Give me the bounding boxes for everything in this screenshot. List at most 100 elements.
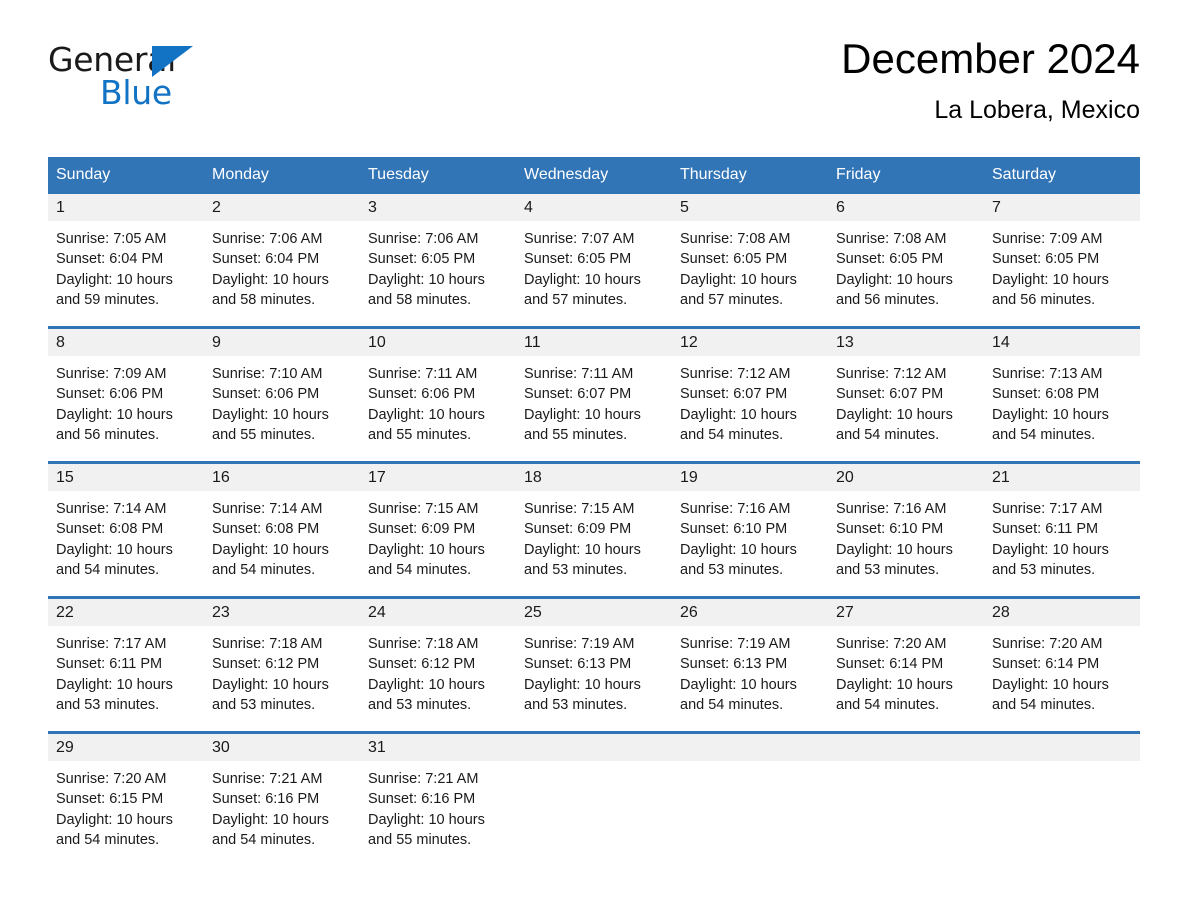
day-number	[984, 734, 1140, 761]
calendar-day-cell[interactable]: 28 Sunrise: 7:20 AM Sunset: 6:14 PM Dayligh…	[984, 599, 1140, 731]
sunrise-text: Sunrise: 7:18 AM	[368, 636, 479, 652]
sunset-text: Sunset: 6:14 PM	[836, 656, 944, 673]
day-details: Sunrise: 7:17 AM Sunset: 6:11 PM Daylight:…	[984, 491, 1140, 580]
sunset-text: Sunset: 6:05 PM	[680, 251, 788, 268]
day-number: 5	[672, 194, 828, 221]
day-number: 27	[828, 599, 984, 626]
calendar-page: General Blue December 2024 La Lobera, Me…	[0, 0, 1188, 918]
sunrise-text: Sunrise: 7:20 AM	[836, 636, 947, 652]
sunset-text: Sunset: 6:13 PM	[680, 656, 788, 673]
sunset-text: Sunset: 6:08 PM	[56, 521, 164, 538]
calendar-day-cell[interactable]: 14 Sunrise: 7:13 AM Sunset: 6:08 PM Dayligh…	[984, 329, 1140, 461]
calendar-day-cell[interactable]: 3 Sunrise: 7:06 AM Sunset: 6:05 PM Daylight…	[360, 194, 516, 326]
calendar-day-cell[interactable]: 16 Sunrise: 7:14 AM Sunset: 6:08 PM Dayligh…	[204, 464, 360, 596]
sunset-text: Sunset: 6:12 PM	[212, 656, 320, 673]
calendar-day-cell[interactable]: 15 Sunrise: 7:14 AM Sunset: 6:08 PM Dayligh…	[48, 464, 204, 596]
calendar-day-cell[interactable]: 18 Sunrise: 7:15 AM Sunset: 6:09 PM Dayligh…	[516, 464, 672, 596]
daylight-text: Daylight: 10 hours and 54 minutes.	[56, 811, 173, 848]
sunrise-text: Sunrise: 7:10 AM	[212, 366, 323, 382]
calendar-day-cell[interactable]: 7 Sunrise: 7:09 AM Sunset: 6:05 PM Daylight…	[984, 194, 1140, 326]
calendar-day-cell[interactable]: 5 Sunrise: 7:08 AM Sunset: 6:05 PM Daylight…	[672, 194, 828, 326]
sunrise-text: Sunrise: 7:21 AM	[212, 771, 323, 787]
calendar-day-cell[interactable]: 26 Sunrise: 7:19 AM Sunset: 6:13 PM Dayligh…	[672, 599, 828, 731]
calendar-day-cell[interactable]: 23 Sunrise: 7:18 AM Sunset: 6:12 PM Dayligh…	[204, 599, 360, 731]
calendar-day-cell[interactable]: 21 Sunrise: 7:17 AM Sunset: 6:11 PM Dayligh…	[984, 464, 1140, 596]
general-blue-logo[interactable]: General Blue	[48, 42, 248, 112]
day-number: 13	[828, 329, 984, 356]
weekday-header-tuesday: Tuesday	[368, 166, 429, 183]
day-number: 4	[516, 194, 672, 221]
triangle-logo-icon	[152, 46, 193, 77]
sunset-text: Sunset: 6:06 PM	[368, 386, 476, 403]
sunrise-text: Sunrise: 7:12 AM	[836, 366, 947, 382]
day-number: 11	[516, 329, 672, 356]
calendar-day-cell[interactable]: 12 Sunrise: 7:12 AM Sunset: 6:07 PM Dayligh…	[672, 329, 828, 461]
calendar-day-cell[interactable]: 25 Sunrise: 7:19 AM Sunset: 6:13 PM Dayligh…	[516, 599, 672, 731]
calendar-day-cell[interactable]: 13 Sunrise: 7:12 AM Sunset: 6:07 PM Dayligh…	[828, 329, 984, 461]
daylight-text: Daylight: 10 hours and 58 minutes.	[368, 271, 485, 308]
day-number: 30	[204, 734, 360, 761]
calendar-day-cell[interactable]: 31 Sunrise: 7:21 AM Sunset: 6:16 PM Dayligh…	[360, 734, 516, 866]
sunrise-text: Sunrise: 7:08 AM	[836, 231, 947, 247]
day-details: Sunrise: 7:13 AM Sunset: 6:08 PM Daylight:…	[984, 356, 1140, 445]
calendar-day-cell[interactable]: 2 Sunrise: 7:06 AM Sunset: 6:04 PM Daylight…	[204, 194, 360, 326]
calendar-day-cell[interactable]: 8 Sunrise: 7:09 AM Sunset: 6:06 PM Daylight…	[48, 329, 204, 461]
calendar-day-cell[interactable]: 1 Sunrise: 7:05 AM Sunset: 6:04 PM Daylight…	[48, 194, 204, 326]
day-number: 29	[48, 734, 204, 761]
calendar-day-cell[interactable]: 29 Sunrise: 7:20 AM Sunset: 6:15 PM Dayligh…	[48, 734, 204, 866]
calendar-day-cell[interactable]: 11 Sunrise: 7:11 AM Sunset: 6:07 PM Dayligh…	[516, 329, 672, 461]
calendar-grid: Sunday Monday Tuesday Wednesday Thursday Frid…	[48, 157, 1140, 866]
calendar-day-cell[interactable]: 9 Sunrise: 7:10 AM Sunset: 6:06 PM Daylight…	[204, 329, 360, 461]
location-subtitle: La Lobera, Mexico	[934, 96, 1140, 124]
sunrise-text: Sunrise: 7:12 AM	[680, 366, 791, 382]
daylight-text: Daylight: 10 hours and 56 minutes.	[992, 271, 1109, 308]
sunrise-text: Sunrise: 7:09 AM	[992, 231, 1103, 247]
weekday-header-thursday: Thursday	[680, 166, 747, 183]
calendar-week-row: 15 Sunrise: 7:14 AM Sunset: 6:08 PM Dayligh…	[48, 461, 1140, 596]
day-details: Sunrise: 7:06 AM Sunset: 6:05 PM Daylight:…	[360, 221, 516, 310]
sunrise-text: Sunrise: 7:08 AM	[680, 231, 791, 247]
day-details: Sunrise: 7:10 AM Sunset: 6:06 PM Daylight:…	[204, 356, 360, 445]
day-details: Sunrise: 7:11 AM Sunset: 6:07 PM Daylight:…	[516, 356, 672, 445]
calendar-day-cell[interactable]: 10 Sunrise: 7:11 AM Sunset: 6:06 PM Dayligh…	[360, 329, 516, 461]
day-details: Sunrise: 7:07 AM Sunset: 6:05 PM Daylight:…	[516, 221, 672, 310]
calendar-day-cell[interactable]: 4 Sunrise: 7:07 AM Sunset: 6:05 PM Daylight…	[516, 194, 672, 326]
calendar-day-cell[interactable]: 6 Sunrise: 7:08 AM Sunset: 6:05 PM Daylight…	[828, 194, 984, 326]
calendar-day-cell[interactable]: 19 Sunrise: 7:16 AM Sunset: 6:10 PM Dayligh…	[672, 464, 828, 596]
sunset-text: Sunset: 6:13 PM	[524, 656, 632, 673]
day-number: 26	[672, 599, 828, 626]
sunrise-text: Sunrise: 7:13 AM	[992, 366, 1103, 382]
calendar-weeks: 1 Sunrise: 7:05 AM Sunset: 6:04 PM Daylight…	[48, 194, 1140, 866]
daylight-text: Daylight: 10 hours and 55 minutes.	[212, 406, 329, 443]
sunrise-text: Sunrise: 7:16 AM	[836, 501, 947, 517]
day-details: Sunrise: 7:18 AM Sunset: 6:12 PM Daylight:…	[204, 626, 360, 715]
calendar-day-cell[interactable]: 24 Sunrise: 7:18 AM Sunset: 6:12 PM Dayligh…	[360, 599, 516, 731]
day-details: Sunrise: 7:08 AM Sunset: 6:05 PM Daylight:…	[672, 221, 828, 310]
day-number: 25	[516, 599, 672, 626]
weekday-header-saturday: Saturday	[992, 166, 1057, 183]
sunrise-text: Sunrise: 7:09 AM	[56, 366, 167, 382]
calendar-day-cell-empty	[984, 734, 1140, 866]
sunset-text: Sunset: 6:10 PM	[680, 521, 788, 538]
sunrise-text: Sunrise: 7:07 AM	[524, 231, 635, 247]
calendar-day-cell[interactable]: 27 Sunrise: 7:20 AM Sunset: 6:14 PM Dayligh…	[828, 599, 984, 731]
daylight-text: Daylight: 10 hours and 53 minutes.	[992, 541, 1109, 578]
sunrise-text: Sunrise: 7:21 AM	[368, 771, 479, 787]
calendar-day-cell[interactable]: 20 Sunrise: 7:16 AM Sunset: 6:10 PM Dayligh…	[828, 464, 984, 596]
sunrise-text: Sunrise: 7:20 AM	[56, 771, 167, 787]
weekday-header-friday: Friday	[836, 166, 881, 183]
calendar-week-row: 22 Sunrise: 7:17 AM Sunset: 6:11 PM Dayligh…	[48, 596, 1140, 731]
sunset-text: Sunset: 6:05 PM	[368, 251, 476, 268]
calendar-week-row: 8 Sunrise: 7:09 AM Sunset: 6:06 PM Daylight…	[48, 326, 1140, 461]
calendar-day-cell[interactable]: 22 Sunrise: 7:17 AM Sunset: 6:11 PM Dayligh…	[48, 599, 204, 731]
calendar-day-cell[interactable]: 17 Sunrise: 7:15 AM Sunset: 6:09 PM Dayligh…	[360, 464, 516, 596]
daylight-text: Daylight: 10 hours and 55 minutes.	[368, 811, 485, 848]
daylight-text: Daylight: 10 hours and 56 minutes.	[836, 271, 953, 308]
calendar-day-cell[interactable]: 30 Sunrise: 7:21 AM Sunset: 6:16 PM Dayligh…	[204, 734, 360, 866]
sunrise-text: Sunrise: 7:19 AM	[680, 636, 791, 652]
daylight-text: Daylight: 10 hours and 53 minutes.	[368, 676, 485, 713]
sunset-text: Sunset: 6:04 PM	[212, 251, 320, 268]
sunrise-text: Sunrise: 7:17 AM	[992, 501, 1103, 517]
day-details: Sunrise: 7:20 AM Sunset: 6:14 PM Daylight:…	[828, 626, 984, 715]
day-number	[828, 734, 984, 761]
